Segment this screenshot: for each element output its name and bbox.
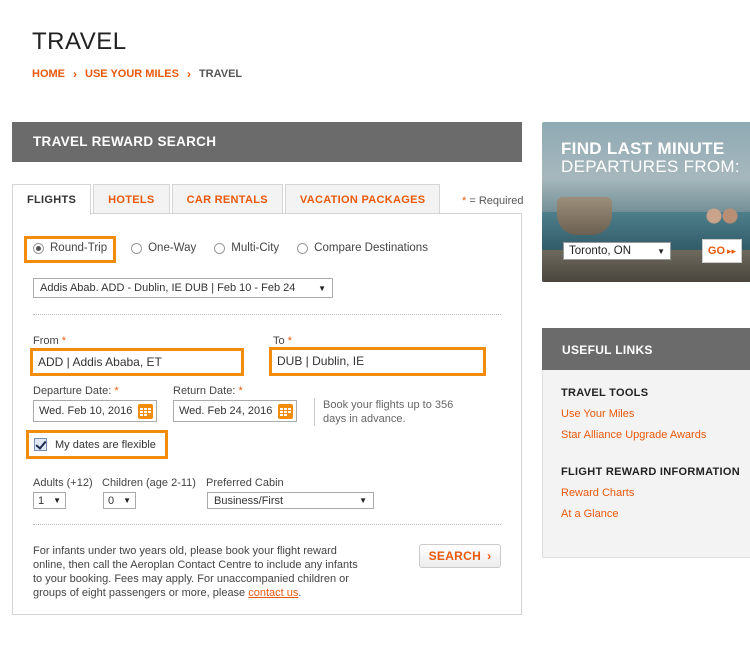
cabin-label: Preferred Cabin (206, 477, 284, 489)
from-label: From * (33, 335, 67, 347)
divider (33, 524, 501, 525)
promo-subtitle: DEPARTURES FROM: (561, 157, 740, 176)
chevron-right-icon: › (487, 549, 492, 563)
tab-flights[interactable]: FLIGHTS (12, 184, 92, 215)
links-section-title: TRAVEL TOOLS (561, 387, 649, 399)
children-select[interactable]: 0 ▼ (103, 492, 136, 509)
adults-label: Adults (+12) (33, 477, 93, 489)
search-tabs: FLIGHTS HOTELS CAR RENTALS VACATION PACK… (12, 184, 442, 215)
departure-date-label: Departure Date: * (33, 385, 119, 397)
radio-one-way[interactable]: One-Way (131, 242, 196, 254)
return-date-input[interactable]: Wed. Feb 24, 2016 (173, 400, 297, 422)
radio-compare-destinations[interactable]: Compare Destinations (297, 242, 428, 254)
from-input[interactable]: ADD | Addis Ababa, ET (33, 351, 241, 373)
radio-selected-icon (33, 242, 44, 254)
from-field-highlight: ADD | Addis Ababa, ET (30, 348, 244, 376)
radio-icon (131, 242, 143, 254)
children-label: Children (age 2-11) (102, 477, 196, 489)
link-reward-charts[interactable]: Reward Charts (561, 487, 634, 499)
return-date-label: Return Date: * (173, 385, 243, 397)
to-input[interactable]: DUB | Dublin, IE (272, 350, 483, 372)
trip-type-group: Round-Trip One-Way Multi-City Compare De… (33, 242, 446, 254)
radio-round-trip[interactable]: Round-Trip (33, 242, 107, 254)
search-panel-header: TRAVEL REWARD SEARCH (12, 122, 522, 162)
chevron-right-icon: › (186, 67, 191, 81)
checkbox-checked-icon[interactable] (34, 438, 47, 451)
to-field-highlight: DUB | Dublin, IE (269, 347, 486, 376)
link-star-alliance-upgrade[interactable]: Star Alliance Upgrade Awards (561, 429, 706, 441)
promo-title: FIND LAST MINUTE (561, 139, 725, 158)
breadcrumb-current: TRAVEL (198, 68, 243, 80)
calendar-icon[interactable] (278, 403, 293, 419)
dropdown-arrow-icon: ▼ (53, 496, 61, 505)
links-section-title: FLIGHT REWARD INFORMATION (561, 466, 740, 478)
link-use-your-miles[interactable]: Use Your Miles (561, 408, 634, 420)
search-button[interactable]: SEARCH › (419, 544, 501, 568)
last-minute-promo: FIND LAST MINUTE DEPARTURES FROM: Toront… (542, 122, 750, 282)
tab-vacation-packages[interactable]: VACATION PACKAGES (284, 184, 441, 214)
cabin-select[interactable]: Business/First ▼ (207, 492, 374, 509)
double-chevron-right-icon: ▸▸ (727, 245, 737, 256)
breadcrumb-use-your-miles[interactable]: USE YOUR MILES (85, 68, 179, 80)
to-label: To * (273, 335, 292, 347)
booking-window-note: Book your flights up to 356 days in adva… (314, 398, 454, 426)
radio-multi-city[interactable]: Multi-City (214, 242, 279, 254)
go-button[interactable]: GO ▸▸ (702, 239, 742, 263)
departure-date-input[interactable]: Wed. Feb 10, 2016 (33, 400, 157, 422)
link-at-a-glance[interactable]: At a Glance (561, 508, 618, 520)
adults-select[interactable]: 1 ▼ (33, 492, 66, 509)
flexible-dates-checkbox[interactable]: My dates are flexible (26, 430, 168, 459)
departure-city-select[interactable]: Toronto, ON ▼ (563, 242, 671, 260)
promo-background (702, 204, 742, 234)
divider (33, 314, 501, 315)
breadcrumb: HOME › USE YOUR MILES › TRAVEL (32, 67, 242, 81)
promo-background (557, 197, 612, 235)
tab-hotels[interactable]: HOTELS (93, 184, 170, 214)
chevron-right-icon: › (73, 67, 77, 81)
infant-note: For infants under two years old, please … (33, 545, 358, 599)
dropdown-arrow-icon: ▼ (359, 496, 367, 505)
required-note: * = Required (462, 195, 524, 207)
dropdown-arrow-icon: ▼ (657, 246, 665, 256)
useful-links-header: USEFUL LINKS (542, 328, 750, 370)
dropdown-arrow-icon: ▼ (123, 496, 131, 505)
contact-us-link[interactable]: contact us (248, 587, 298, 599)
radio-icon (297, 242, 309, 254)
dropdown-arrow-icon: ▼ (318, 283, 326, 293)
page-title: TRAVEL (32, 28, 127, 55)
radio-icon (214, 242, 226, 254)
recent-search-select[interactable]: Addis Abab. ADD - Dublin, IE DUB | Feb 1… (33, 278, 333, 298)
calendar-icon[interactable] (138, 403, 153, 419)
breadcrumb-home[interactable]: HOME (32, 68, 65, 80)
tab-car-rentals[interactable]: CAR RENTALS (171, 184, 283, 214)
